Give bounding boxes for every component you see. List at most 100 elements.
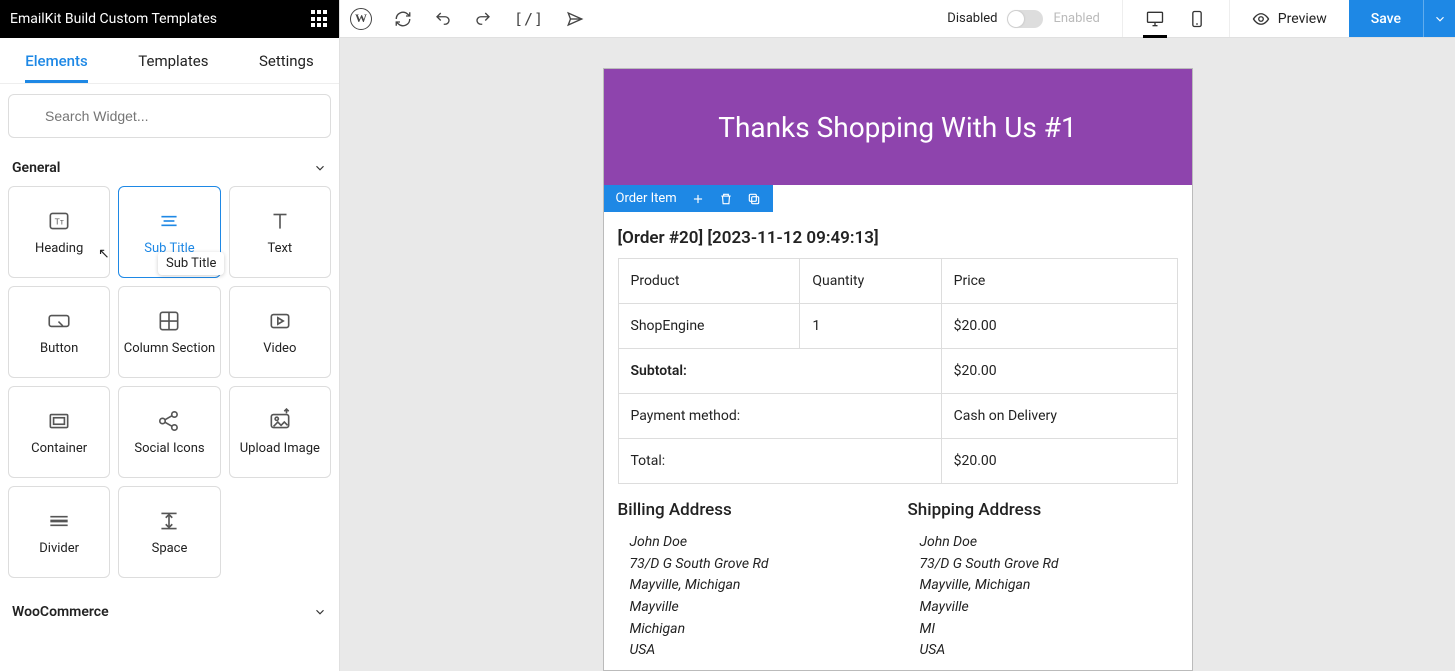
social-icon — [156, 408, 182, 434]
widget-label: Text — [263, 242, 296, 257]
table-subtotal-row: Subtotal: $20.00 — [618, 349, 1177, 394]
widget-label: Button — [36, 342, 82, 357]
device-mobile[interactable] — [1187, 0, 1207, 37]
sidebar-tabs: Elements Templates Settings — [0, 38, 339, 84]
widget-button[interactable]: Button — [8, 286, 110, 378]
widget-label: Column Section — [120, 342, 219, 357]
address-row[interactable]: Billing Address John Doe73/D G South Gro… — [604, 484, 1192, 662]
refresh-icon[interactable] — [394, 10, 412, 28]
table-header-row: Product Quantity Price — [618, 259, 1177, 304]
widget-label: Upload Image — [236, 442, 324, 457]
order-block[interactable]: [Order #20] [2023-11-12 09:49:13] Produc… — [604, 212, 1192, 484]
widget-label: Sub Title — [140, 242, 198, 257]
send-icon[interactable] — [566, 10, 584, 28]
widget-label: Video — [259, 342, 300, 357]
email-headline: Thanks Shopping With Us #1 — [718, 111, 1077, 144]
canvas-area: W [/] Disabled Enabled — [340, 0, 1455, 671]
widget-upload-image[interactable]: Upload Image — [229, 386, 331, 478]
undo-icon[interactable] — [434, 10, 452, 28]
group-woocommerce-header[interactable]: WooCommerce — [8, 596, 331, 630]
toggle-on-label: Enabled — [1053, 11, 1099, 26]
shipping-address: Shipping Address John Doe73/D G South Gr… — [908, 500, 1178, 662]
sidebar: EmailKit Build Custom Templates Elements… — [0, 0, 340, 671]
widget-text[interactable]: Text — [229, 186, 331, 278]
widget-subtitle[interactable]: Sub Title — [118, 186, 220, 278]
preview-button[interactable]: Preview — [1229, 0, 1349, 37]
enable-toggle[interactable]: Disabled Enabled — [947, 10, 1122, 28]
tab-settings[interactable]: Settings — [255, 40, 318, 82]
canvas-scroll[interactable]: Thanks Shopping With Us #1 Order Item [O… — [340, 38, 1455, 671]
shipping-lines: John Doe73/D G South Grove RdMayville, M… — [908, 532, 1178, 662]
chevron-down-icon — [313, 161, 327, 175]
svg-text:Tᴛ: Tᴛ — [55, 217, 64, 227]
plus-icon[interactable] — [691, 192, 705, 206]
video-icon — [267, 308, 293, 334]
topbar-left: W [/] — [350, 8, 584, 30]
search-input[interactable] — [8, 94, 331, 138]
widget-container[interactable]: Container — [8, 386, 110, 478]
subtotal-value: $20.00 — [941, 349, 1177, 394]
email-frame[interactable]: Thanks Shopping With Us #1 Order Item [O… — [603, 68, 1193, 671]
mobile-icon — [1187, 9, 1207, 29]
redo-icon[interactable] — [474, 10, 492, 28]
widget-space[interactable]: Space — [118, 486, 220, 578]
group-general-header[interactable]: General — [8, 152, 331, 186]
preview-label: Preview — [1278, 11, 1327, 27]
chevron-down-icon — [1433, 12, 1447, 26]
cell-price: $20.00 — [941, 304, 1177, 349]
col-product: Product — [618, 259, 800, 304]
toggle-off-label: Disabled — [947, 11, 997, 26]
apps-grid-icon[interactable] — [311, 10, 329, 28]
block-toolbar-row: Order Item — [604, 185, 1192, 212]
shipping-title: Shipping Address — [908, 500, 1178, 520]
billing-lines: John Doe73/D G South Grove RdMayville, M… — [618, 532, 888, 662]
image-upload-icon — [267, 408, 293, 434]
copy-icon[interactable] — [747, 192, 761, 206]
divider-icon — [46, 508, 72, 534]
button-icon — [46, 308, 72, 334]
search-wrap — [8, 94, 331, 138]
container-icon — [46, 408, 72, 434]
widget-divider[interactable]: Divider — [8, 486, 110, 578]
billing-title: Billing Address — [618, 500, 888, 520]
widget-label: Social Icons — [130, 442, 208, 457]
group-woocommerce-label: WooCommerce — [12, 604, 109, 620]
widgets-panel: General Tᴛ Heading Sub Title Text — [0, 84, 339, 671]
widget-label: Container — [27, 442, 91, 457]
sidebar-header: EmailKit Build Custom Templates — [0, 0, 339, 38]
col-price: Price — [941, 259, 1177, 304]
order-table: Product Quantity Price ShopEngine 1 $20.… — [618, 258, 1178, 484]
widget-social-icons[interactable]: Social Icons — [118, 386, 220, 478]
chevron-down-icon — [313, 605, 327, 619]
wordpress-icon[interactable]: W — [350, 8, 372, 30]
tab-templates[interactable]: Templates — [134, 40, 212, 82]
space-icon — [156, 508, 182, 534]
payment-value: Cash on Delivery — [941, 394, 1177, 439]
save-button[interactable]: Save — [1349, 11, 1423, 27]
trash-icon[interactable] — [719, 192, 733, 206]
column-icon — [156, 308, 182, 334]
billing-address: Billing Address John Doe73/D G South Gro… — [618, 500, 888, 662]
widget-heading[interactable]: Tᴛ Heading — [8, 186, 110, 278]
table-payment-row: Payment method: Cash on Delivery — [618, 394, 1177, 439]
subtitle-icon — [156, 208, 182, 234]
topbar: W [/] Disabled Enabled — [340, 0, 1455, 38]
toggle-switch[interactable] — [1007, 10, 1043, 28]
widget-label: Space — [148, 542, 192, 557]
block-label: Order Item — [616, 191, 677, 206]
widget-video[interactable]: Video — [229, 286, 331, 378]
shortcode-icon[interactable]: [/] — [514, 10, 544, 28]
save-button-group: Save — [1349, 0, 1455, 37]
tab-elements[interactable]: Elements — [21, 40, 92, 82]
widget-column-section[interactable]: Column Section — [118, 286, 220, 378]
device-desktop[interactable] — [1145, 0, 1165, 37]
email-header[interactable]: Thanks Shopping With Us #1 — [604, 69, 1192, 185]
payment-label: Payment method: — [618, 394, 941, 439]
widget-label: Divider — [35, 542, 83, 557]
device-group — [1122, 0, 1229, 37]
save-dropdown[interactable] — [1423, 0, 1455, 37]
cell-product: ShopEngine — [618, 304, 800, 349]
table-total-row: Total: $20.00 — [618, 439, 1177, 484]
subtotal-label: Subtotal: — [618, 349, 941, 394]
desktop-icon — [1145, 9, 1165, 29]
